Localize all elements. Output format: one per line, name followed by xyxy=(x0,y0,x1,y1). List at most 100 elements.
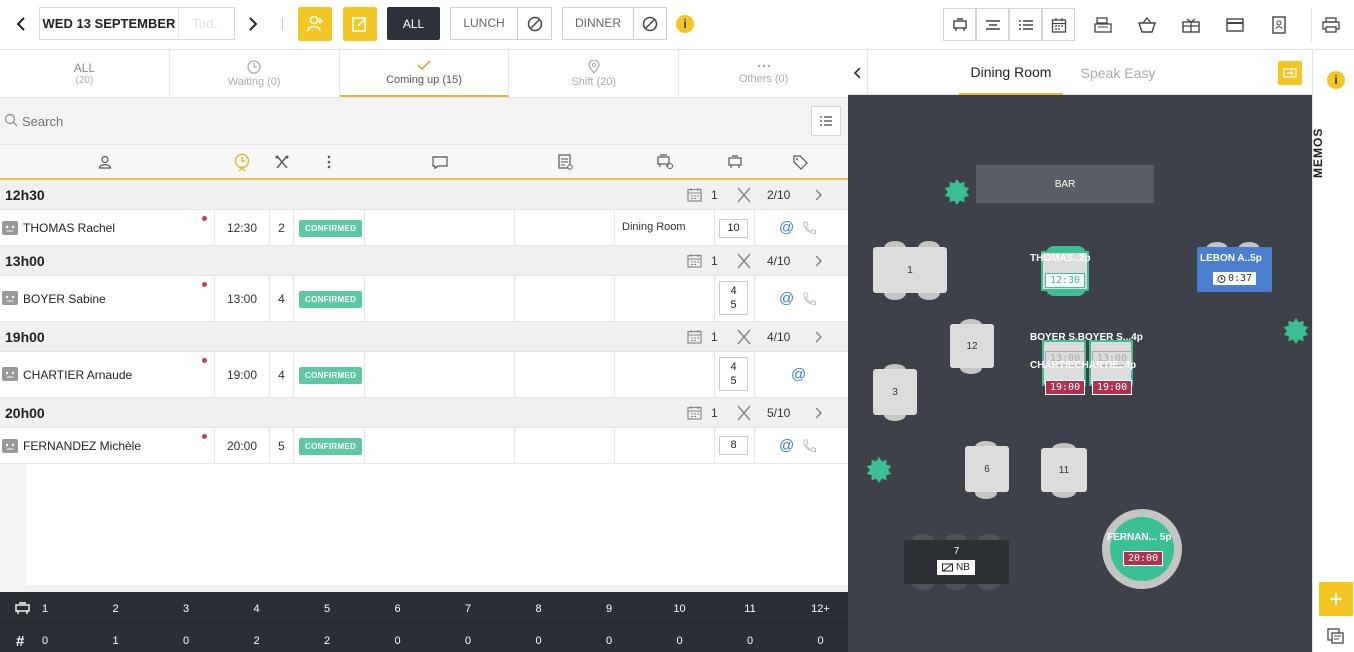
phone-icon[interactable] xyxy=(802,439,816,453)
notes-icon[interactable] xyxy=(558,154,573,170)
dinner-block-icon[interactable] xyxy=(634,16,666,32)
comment-cell[interactable] xyxy=(365,428,515,463)
email-icon[interactable]: @ xyxy=(779,290,794,307)
reservation-row[interactable]: CHARTIER Arnaude 19:00 4 CONFIRMED 4 5 @ xyxy=(0,352,848,398)
horizontal-scrollbar[interactable] xyxy=(26,585,848,592)
bar-counter[interactable]: BAR xyxy=(976,165,1154,203)
lunch-toggle[interactable]: LUNCH xyxy=(450,7,552,40)
time-group-header[interactable]: 20h00 1 5/10 xyxy=(0,398,848,428)
floor-plan-button[interactable] xyxy=(943,8,976,41)
gift-button[interactable] xyxy=(1178,12,1204,38)
floor-table-12[interactable]: 12 xyxy=(950,324,994,368)
tab-speak-easy[interactable]: Speak Easy xyxy=(1073,50,1163,95)
notes-cell[interactable] xyxy=(515,352,615,397)
email-icon[interactable]: @ xyxy=(791,366,806,383)
time-sort-icon[interactable] xyxy=(234,153,252,173)
status-badge[interactable]: CONFIRMED xyxy=(299,367,363,384)
info-icon[interactable]: i xyxy=(676,15,694,33)
reservation-row[interactable]: BOYER Sabine 13:00 4 CONFIRMED 4 5 @ xyxy=(0,276,848,322)
tag-icon[interactable] xyxy=(793,155,808,170)
comment-icon[interactable] xyxy=(432,156,448,169)
table-number[interactable]: 10 xyxy=(719,219,748,238)
reservation-row[interactable]: THOMAS Rachel 12:30 2 CONFIRMED Dining R… xyxy=(0,210,848,246)
customer-name[interactable]: FERNANDEZ Michèle xyxy=(23,439,141,453)
calendar-button[interactable] xyxy=(1042,8,1075,41)
table-number[interactable]: 4 5 xyxy=(719,357,748,391)
table-icon[interactable] xyxy=(727,155,743,169)
email-icon[interactable]: @ xyxy=(779,219,794,236)
more-vertical-icon[interactable] xyxy=(327,155,331,169)
dinner-label[interactable]: DINNER xyxy=(563,8,634,39)
tab-coming-up[interactable]: Coming up (15) xyxy=(339,50,510,97)
customer-name[interactable]: THOMAS Rachel xyxy=(23,221,115,235)
lunch-label[interactable]: LUNCH xyxy=(451,8,518,39)
add-memo-button[interactable] xyxy=(1319,582,1353,616)
table-location-icon[interactable] xyxy=(657,154,674,170)
comment-cell[interactable] xyxy=(365,210,515,245)
edit-note-button[interactable] xyxy=(343,7,377,41)
phone-icon[interactable] xyxy=(802,292,816,306)
tab-shift[interactable]: Shift (20) xyxy=(509,50,680,97)
copy-notes-icon[interactable] xyxy=(1327,628,1344,644)
comment-cell[interactable] xyxy=(365,276,515,321)
cutlery-icon xyxy=(737,405,751,421)
party-size-count: 1 xyxy=(112,635,119,647)
chevron-right-icon[interactable] xyxy=(815,331,823,343)
dinner-toggle[interactable]: DINNER xyxy=(562,7,667,40)
prev-day-button[interactable] xyxy=(10,13,32,35)
align-button[interactable] xyxy=(976,8,1009,41)
chevron-right-icon[interactable] xyxy=(815,189,823,201)
current-date[interactable]: WED 13 SEPTEMBER xyxy=(40,8,179,39)
tab-all[interactable]: ALL (20) xyxy=(0,50,170,97)
today-button[interactable]: Tod.. xyxy=(179,8,234,39)
filter-button[interactable] xyxy=(811,106,841,136)
status-badge[interactable]: CONFIRMED xyxy=(299,438,363,455)
time-group-header[interactable]: 12h30 1 2/10 xyxy=(0,180,848,210)
tab-dining-room[interactable]: Dining Room xyxy=(959,50,1063,95)
cashier-button[interactable] xyxy=(1090,12,1116,38)
card-button[interactable] xyxy=(1222,12,1248,38)
email-icon[interactable]: @ xyxy=(779,437,794,454)
floor-table-8[interactable] xyxy=(1110,517,1174,581)
info-icon[interactable]: i xyxy=(1327,71,1345,89)
comment-cell[interactable] xyxy=(365,352,515,397)
memos-label[interactable]: MEMOS xyxy=(1311,128,1331,178)
service-all-button[interactable]: ALL xyxy=(387,7,440,40)
time-group-header[interactable]: 19h00 1 4/10 xyxy=(0,322,848,352)
notes-cell[interactable] xyxy=(515,276,615,321)
next-day-button[interactable] xyxy=(242,13,264,35)
floor-table-7-blocked[interactable]: 7 NB xyxy=(904,540,1009,584)
basket-button[interactable] xyxy=(1134,12,1160,38)
floor-table-6[interactable]: 6 xyxy=(965,446,1009,492)
status-badge[interactable]: CONFIRMED xyxy=(299,220,363,237)
status-badge[interactable]: CONFIRMED xyxy=(299,291,363,308)
phone-icon[interactable] xyxy=(802,221,816,235)
lunch-block-icon[interactable] xyxy=(518,16,551,32)
cutlery-icon[interactable] xyxy=(275,155,289,169)
list-view-button[interactable] xyxy=(1009,8,1042,41)
floor-table-1[interactable]: 1 xyxy=(873,247,947,293)
customer-name[interactable]: CHARTIER Arnaude xyxy=(23,368,132,382)
notes-cell[interactable] xyxy=(515,210,615,245)
contacts-button[interactable] xyxy=(1266,12,1292,38)
customer-name[interactable]: BOYER Sabine xyxy=(23,292,106,306)
table-number[interactable]: 4 5 xyxy=(719,281,748,315)
collapse-panel-button[interactable] xyxy=(848,50,868,95)
person-icon[interactable] xyxy=(98,155,112,169)
tab-others[interactable]: Others (0) xyxy=(679,50,848,97)
floor-table-3[interactable]: 3 xyxy=(873,369,917,415)
tab-waiting[interactable]: Waiting (0) xyxy=(170,50,340,97)
chevron-right-icon[interactable] xyxy=(815,407,823,419)
floor-table-11[interactable]: 11 xyxy=(1041,448,1087,492)
floor-switch-button[interactable] xyxy=(1278,61,1302,85)
search-input[interactable] xyxy=(22,110,782,132)
add-customer-button[interactable] xyxy=(298,7,332,41)
table-number[interactable]: 8 xyxy=(719,436,748,455)
calendar-icon xyxy=(687,188,702,202)
chevron-right-icon[interactable] xyxy=(815,255,823,267)
notes-cell[interactable] xyxy=(515,428,615,463)
print-button[interactable] xyxy=(1318,12,1344,38)
date-picker[interactable]: WED 13 SEPTEMBER Tod.. xyxy=(39,7,235,40)
reservation-row[interactable]: FERNANDEZ Michèle 20:00 5 CONFIRMED 8 @ xyxy=(0,428,848,464)
time-group-header[interactable]: 13h00 1 4/10 xyxy=(0,246,848,276)
